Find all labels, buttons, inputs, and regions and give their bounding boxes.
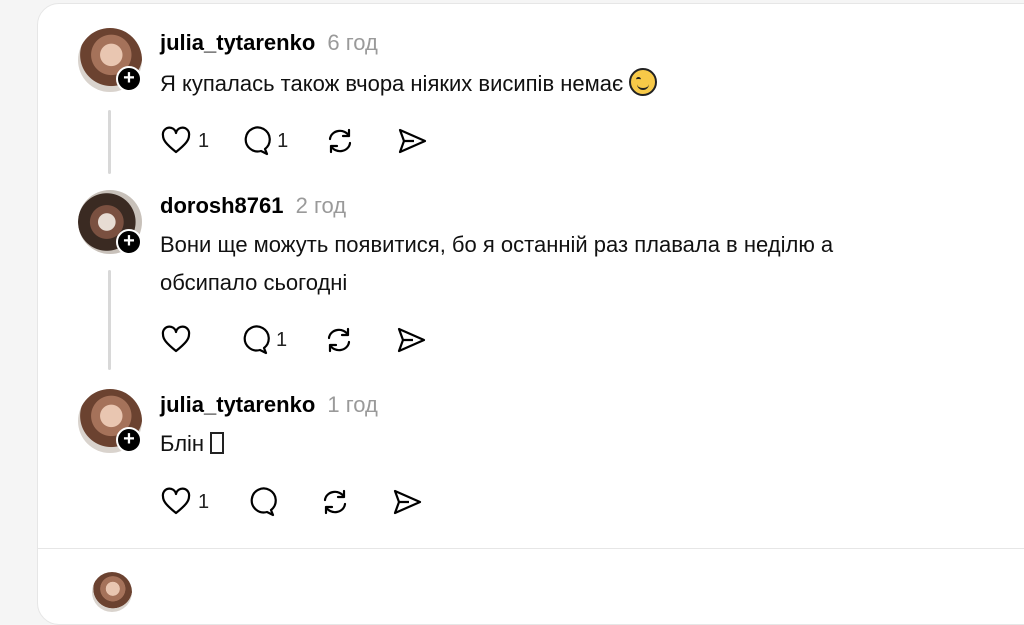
avatar[interactable] bbox=[92, 572, 132, 612]
comment-text-line: Вони ще можуть появитися, бо я останній … bbox=[160, 232, 834, 257]
reply-button[interactable]: 1 bbox=[239, 125, 288, 157]
follow-plus-icon[interactable]: + bbox=[116, 427, 142, 453]
repost-icon bbox=[324, 489, 347, 515]
reply-count: 1 bbox=[277, 129, 289, 152]
comment-meta: julia_tytarenko 6 год bbox=[160, 30, 378, 56]
timestamp[interactable]: 6 год bbox=[327, 30, 377, 55]
share-button[interactable] bbox=[391, 486, 423, 518]
share-icon bbox=[398, 327, 426, 353]
comment-icon bbox=[244, 126, 271, 156]
action-bar: 1 bbox=[160, 323, 427, 357]
action-bar: 1 bbox=[160, 485, 423, 519]
comment-icon bbox=[250, 487, 277, 517]
repost-button[interactable] bbox=[324, 125, 356, 157]
comment-meta: julia_tytarenko 1 год bbox=[160, 392, 378, 418]
comment-text-body: Блін bbox=[160, 431, 205, 456]
like-button[interactable] bbox=[160, 324, 198, 356]
heart-icon bbox=[161, 325, 191, 353]
like-count: 1 bbox=[198, 490, 210, 513]
like-count: 1 bbox=[198, 129, 210, 152]
username-link[interactable]: julia_tytarenko bbox=[160, 30, 315, 55]
share-icon bbox=[394, 489, 422, 515]
thread-line bbox=[108, 110, 111, 174]
reply-count: 1 bbox=[276, 328, 288, 351]
reply-button[interactable]: 1 bbox=[238, 324, 287, 356]
thread-line bbox=[108, 270, 111, 370]
comment-icon bbox=[243, 325, 270, 355]
share-icon bbox=[399, 128, 427, 154]
smiling-face-emoji-icon bbox=[629, 68, 658, 96]
like-button[interactable]: 1 bbox=[160, 486, 209, 518]
comment-text: Я купалась також вчора ніяких висипів не… bbox=[160, 65, 980, 103]
comment-text: Вони ще можуть появитися, бо я останній … bbox=[160, 226, 980, 302]
comment-text: Блін bbox=[160, 425, 980, 463]
share-button[interactable] bbox=[396, 125, 428, 157]
heart-icon bbox=[161, 126, 191, 154]
share-button[interactable] bbox=[395, 324, 427, 356]
like-button[interactable]: 1 bbox=[160, 125, 209, 157]
reply-button[interactable] bbox=[245, 486, 283, 518]
comment-text-line: обсипало сьогодні bbox=[160, 270, 348, 295]
missing-glyph-icon bbox=[210, 432, 225, 454]
follow-plus-icon[interactable]: + bbox=[116, 229, 142, 255]
timestamp[interactable]: 2 год bbox=[296, 193, 346, 218]
username-link[interactable]: julia_tytarenko bbox=[160, 392, 315, 417]
repost-icon bbox=[328, 327, 351, 353]
username-link[interactable]: dorosh8761 bbox=[160, 193, 284, 218]
comment-meta: dorosh8761 2 год bbox=[160, 193, 346, 219]
section-divider bbox=[37, 548, 1024, 549]
timestamp[interactable]: 1 год bbox=[327, 392, 377, 417]
comment-text-body: Я купалась також вчора ніяких висипів не… bbox=[160, 71, 624, 96]
follow-plus-icon[interactable]: + bbox=[116, 66, 142, 92]
repost-button[interactable] bbox=[319, 486, 351, 518]
repost-icon bbox=[329, 128, 352, 154]
action-bar: 1 1 bbox=[160, 124, 428, 158]
heart-icon bbox=[161, 487, 191, 515]
repost-button[interactable] bbox=[323, 324, 355, 356]
